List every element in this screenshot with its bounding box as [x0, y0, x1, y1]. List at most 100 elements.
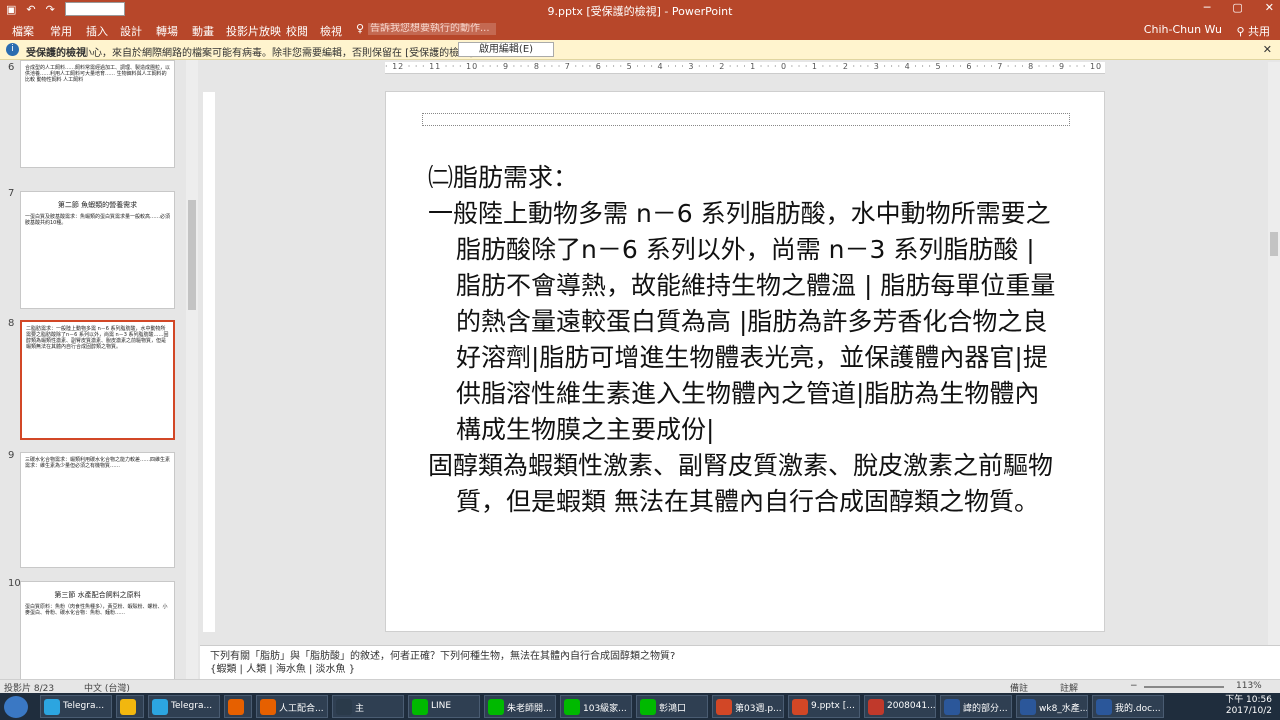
taskbar-item-label: Telegra... [63, 701, 105, 711]
slide-thumbnail-7[interactable]: 第二節 魚蝦類的營養需求 一蛋白質及胺基酸需求：魚蝦類的蛋白質需求量一般較高……… [20, 191, 175, 309]
taskbar-item[interactable]: wk8_水產... [1016, 695, 1088, 718]
thumbnail-text: 一蛋白質及胺基酸需求：魚蝦類的蛋白質需求量一般較高……必須胺基酸共約10種。 [25, 214, 171, 226]
thumbnail-text: 二脂肪需求：一般陸上動物多需 n－6 系列脂肪酸，水中動物所需要之脂肪酸除了n－… [26, 326, 169, 350]
app-icon [152, 699, 168, 715]
close-icon[interactable]: ✕ [1263, 43, 1272, 56]
person-icon: ⚲ [1236, 25, 1248, 38]
taskbar-item[interactable] [224, 695, 252, 718]
taskbar-item-label: 第03週.p... [735, 704, 782, 714]
window-controls: ─ ▢ ✕ [1204, 1, 1274, 14]
slide-body-text[interactable]: ㈡脂肪需求： 一般陸上動物多需 n－6 系列脂肪酸，水中動物所需要之脂肪酸除了n… [428, 160, 1064, 520]
tab-file[interactable]: 檔案 [12, 23, 34, 39]
taskbar-item-label: 2008041... [887, 701, 936, 711]
taskbar-item[interactable]: 主 [332, 695, 404, 718]
share-button[interactable]: ⚲ 共用 [1236, 23, 1270, 39]
taskbar-item-label: 朱老師開... [507, 704, 552, 714]
taskbar-item-label: 諱的部分... [963, 704, 1008, 714]
system-clock[interactable]: 下午 10:56 2017/10/2 [1225, 695, 1272, 717]
taskbar-item[interactable]: Telegra... [40, 695, 112, 718]
taskbar-item[interactable]: 第03週.p... [712, 695, 784, 718]
zoom-level[interactable]: 113% [1236, 681, 1262, 691]
slide-thumbnail-8[interactable]: 二脂肪需求：一般陸上動物多需 n－6 系列脂肪酸，水中動物所需要之脂肪酸除了n－… [20, 320, 175, 440]
zoom-out-icon[interactable]: − [1130, 681, 1138, 691]
close-icon[interactable]: ✕ [1265, 1, 1274, 14]
notes-line-2: {蝦類 | 人類 | 海水魚 | 淡水魚 } [210, 664, 356, 675]
scrollbar-thumb[interactable] [188, 200, 196, 310]
thumbnail-number: 8 [8, 318, 15, 329]
taskbar-item[interactable]: 諱的部分... [940, 695, 1012, 718]
taskbar-item[interactable] [116, 695, 144, 718]
clock-time: 下午 10:56 [1225, 695, 1272, 705]
thumbnails-scrollbar[interactable] [186, 60, 198, 680]
thumbnail-text: 三碳水化合物需求：蝦類利用碳水化合物之能力較差……四維生素需求：維生素為少量但必… [25, 457, 171, 469]
taskbar-item-label: 彰鴻口 [659, 704, 687, 714]
lightbulb-icon: ♀ [356, 22, 365, 35]
user-name[interactable]: Chih-Chun Wu [1144, 23, 1222, 36]
thumbnail-number: 7 [8, 188, 15, 199]
app-icon [260, 699, 276, 715]
taskbar-item[interactable]: 人工配合... [256, 695, 328, 718]
taskbar-item[interactable]: 9.pptx [... [788, 695, 860, 718]
taskbar-item[interactable]: 2008041... [864, 695, 936, 718]
zoom-slider[interactable] [1144, 686, 1224, 688]
thumbnail-number: 6 [8, 62, 15, 73]
app-icon [120, 699, 136, 715]
app-icon [792, 699, 808, 715]
app-icon [1020, 699, 1036, 715]
tab-transitions[interactable]: 轉場 [156, 23, 178, 39]
window-title: 9.pptx [受保護的檢視] - PowerPoint [547, 5, 733, 18]
start-button[interactable] [4, 696, 28, 718]
thumbnail-title: 第三節 水產配合飼料之原料 [54, 591, 141, 599]
notes-line-1: 下列有關「脂肪」與「脂肪酸」的敘述，何者正確？下列何種生物，無法在其體內自行合成… [210, 651, 676, 662]
tab-insert[interactable]: 插入 [86, 23, 108, 39]
tell-me-search-input[interactable]: 告訴我您想要執行的動作... [368, 23, 496, 35]
taskbar-item[interactable]: 我的.doc... [1092, 695, 1164, 718]
tab-home[interactable]: 常用 [50, 23, 72, 39]
tab-review[interactable]: 校閱 [286, 23, 308, 39]
tab-view[interactable]: 檢視 [320, 23, 342, 39]
taskbar-item-label: 9.pptx [... [811, 701, 855, 711]
scrollbar-thumb[interactable] [1270, 232, 1278, 256]
maximize-icon[interactable]: ▢ [1232, 1, 1242, 14]
minimize-icon[interactable]: ─ [1204, 1, 1211, 14]
thumbnail-text: 蛋白質原料：魚粉（肉食性魚種多），黃豆粉、蝦殼粉、螺粉、小麥蛋白、骨粉、碳水化合… [25, 604, 168, 616]
slide-canvas[interactable]: ㈡脂肪需求： 一般陸上動物多需 n－6 系列脂肪酸，水中動物所需要之脂肪酸除了n… [385, 91, 1105, 632]
info-icon: i [6, 43, 19, 56]
slide-paragraph-2: 固醇類為蝦類性激素、副腎皮質激素、脫皮激素之前驅物質，但是蝦類 無法在其體內自行… [428, 451, 1054, 516]
slide-thumbnail-9[interactable]: 三碳水化合物需求：蝦類利用碳水化合物之能力較差……四維生素需求：維生素為少量但必… [20, 452, 175, 568]
app-icon [640, 699, 656, 715]
tab-animations[interactable]: 動畫 [192, 23, 214, 39]
notes-pane[interactable]: 下列有關「脂肪」與「脂肪酸」的敘述，何者正確？下列何種生物，無法在其體內自行合成… [200, 645, 1280, 679]
clock-date: 2017/10/2 [1225, 706, 1272, 716]
slide-thumbnail-10[interactable]: 第三節 水產配合飼料之原料 蛋白質原料：魚粉（肉食性魚種多），黃豆粉、蝦殼粉、螺… [20, 581, 175, 680]
taskbar-item-label: 我的.doc... [1115, 704, 1161, 714]
title-bar: ▣ ↶ ↷ 9.pptx [受保護的檢視] - PowerPoint ─ ▢ ✕ [0, 0, 1280, 18]
taskbar-item[interactable]: LINE [408, 695, 480, 718]
app-icon [1096, 699, 1112, 715]
slide-thumbnail-6[interactable]: 合成型的人工飼料……飼料常需經過加工、調理、製造成團粒，以供池養……利用人工飼料… [20, 60, 175, 168]
slide-heading: ㈡脂肪需求： [428, 163, 579, 192]
taskbar-item-label: 103級家... [583, 704, 627, 714]
app-icon [944, 699, 960, 715]
taskbar-item[interactable]: 朱老師開... [484, 695, 556, 718]
protected-view-bar: i 受保護的檢視 小心，來自於網際網路的檔案可能有病毒。除非您需要編輯，否則保留… [0, 40, 1280, 60]
slide-paragraph-1: 一般陸上動物多需 n－6 系列脂肪酸，水中動物所需要之脂肪酸除了n－6 系列以外… [428, 199, 1056, 444]
thumbnail-number: 9 [8, 450, 15, 461]
title-placeholder[interactable] [422, 113, 1070, 126]
app-icon [716, 699, 732, 715]
enable-editing-button[interactable]: 啟用編輯(E) [458, 42, 554, 57]
taskbar-item[interactable]: Telegra... [148, 695, 220, 718]
tab-slideshow[interactable]: 投影片放映 [226, 23, 281, 39]
status-bar: 投影片 8/23 中文 (台灣) 備註 註解 − 113% [0, 679, 1280, 694]
taskbar-item-label: 人工配合... [279, 704, 324, 714]
app-icon [336, 699, 352, 715]
windows-taskbar: Telegra... Telegra... 人工配合... 主 LINE 朱老師開... 1… [0, 693, 1280, 720]
editor-scrollbar[interactable] [1268, 62, 1280, 645]
taskbar-item[interactable]: 彰鴻口 [636, 695, 708, 718]
share-label: 共用 [1248, 25, 1270, 38]
taskbar-item-label: wk8_水產... [1039, 704, 1088, 714]
taskbar-item[interactable]: 103級家... [560, 695, 632, 718]
tab-design[interactable]: 設計 [120, 23, 142, 39]
horizontal-ruler: · 12 · · · 11 · · · 10 · · · 9 · · · 8 ·… [385, 62, 1105, 74]
taskbar-item-label: LINE [431, 701, 452, 711]
